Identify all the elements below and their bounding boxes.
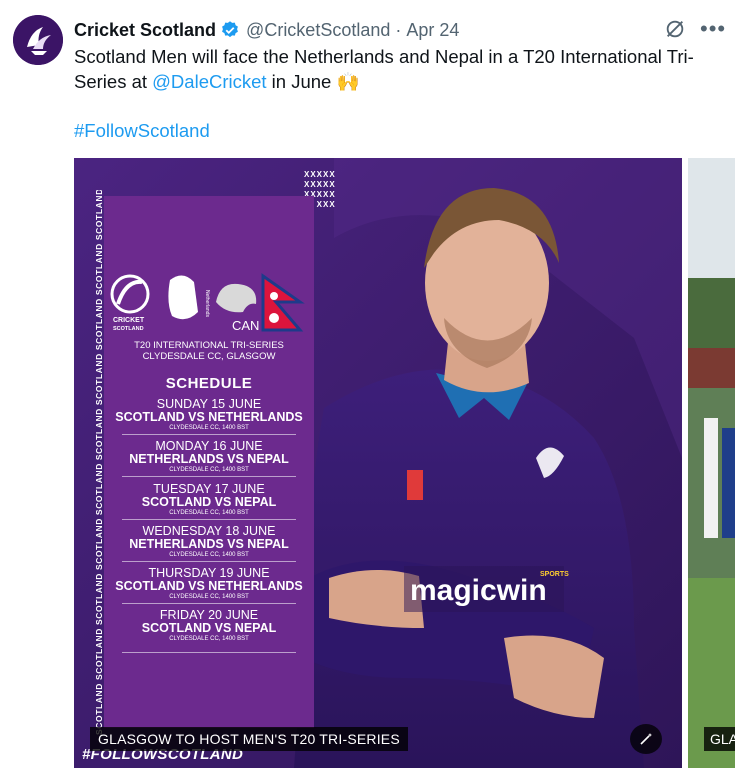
fixture-match: SCOTLAND VS NETHERLANDS bbox=[115, 579, 303, 593]
media-image-2[interactable] bbox=[688, 158, 735, 768]
series-line-2: CLYDESDALE CC, GLASGOW bbox=[142, 351, 276, 362]
sponsor-small-text: SPORTS bbox=[540, 571, 569, 578]
logo-netherlands: Netherlands bbox=[204, 290, 210, 317]
tweet-text-part2: in June 🙌 bbox=[266, 71, 360, 92]
logo-cricket: CRICKET bbox=[113, 317, 145, 324]
alt-edit-icon[interactable] bbox=[630, 724, 662, 754]
fixture-match: SCOTLAND VS NETHERLANDS bbox=[115, 410, 303, 424]
fixture-divider bbox=[122, 434, 296, 435]
fixture-day: MONDAY 16 JUNE bbox=[155, 439, 263, 453]
fixture-match: NETHERLANDS VS NEPAL bbox=[129, 452, 289, 466]
tweet-text: Scotland Men will face the Netherlands a… bbox=[74, 44, 714, 94]
fixture-divider bbox=[122, 603, 296, 604]
team-logos: CRICKET SCOTLAND Netherlands CAN bbox=[110, 273, 305, 332]
fixture-venue: CLYDESDALE CC, 1400 BST bbox=[169, 467, 249, 473]
fixture-venue: CLYDESDALE CC, 1400 BST bbox=[169, 425, 249, 431]
image-caption: GLASGOW TO HOST MEN'S T20 TRI-SERIES bbox=[90, 727, 408, 751]
fixture-day: TUESDAY 17 JUNE bbox=[153, 482, 265, 496]
tweet-header: Cricket Scotland @CricketScotland · Apr … bbox=[74, 18, 735, 42]
more-icon[interactable]: ••• bbox=[700, 16, 726, 42]
schedule-title: SCHEDULE bbox=[165, 375, 253, 392]
image-caption-2: GLA bbox=[704, 727, 735, 751]
fixture-day: SUNDAY 15 JUNE bbox=[156, 397, 262, 411]
fixture-divider bbox=[122, 476, 296, 477]
side-strip: SCOTLAND SCOTLAND SCOTLAND SCOTLAND SCOT… bbox=[85, 190, 103, 735]
fixture-venue: CLYDESDALE CC, 1400 BST bbox=[169, 552, 249, 558]
logo-can: CAN bbox=[232, 318, 259, 332]
thistle-logo-icon bbox=[13, 15, 63, 65]
author-name[interactable]: Cricket Scotland bbox=[74, 20, 216, 41]
separator: · bbox=[395, 19, 402, 40]
fixture-divider bbox=[122, 652, 296, 653]
fixture-divider bbox=[122, 519, 296, 520]
fixture-match: NETHERLANDS VS NEPAL bbox=[129, 537, 289, 551]
fixture-divider bbox=[122, 561, 296, 562]
mention-link[interactable]: @DaleCricket bbox=[152, 71, 266, 92]
fixture-venue: CLYDESDALE CC, 1400 BST bbox=[169, 594, 249, 600]
verified-badge-icon bbox=[222, 21, 238, 38]
author-handle[interactable]: @CricketScotland bbox=[246, 20, 390, 41]
fixture-day: THURSDAY 19 JUNE bbox=[148, 566, 270, 580]
series-line-1: T20 INTERNATIONAL TRI-SERIES bbox=[134, 340, 284, 351]
fixture-day: FRIDAY 20 JUNE bbox=[159, 608, 259, 622]
tweet-date[interactable]: Apr 24 bbox=[406, 20, 459, 41]
magic-wand-icon bbox=[640, 733, 652, 745]
fixture-match: SCOTLAND VS NEPAL bbox=[141, 621, 277, 635]
fixture-match: SCOTLAND VS NEPAL bbox=[141, 495, 277, 509]
fixture-day: WEDNESDAY 18 JUNE bbox=[142, 524, 276, 538]
fixture-venue: CLYDESDALE CC, 1400 BST bbox=[169, 636, 249, 642]
fixture-venue: CLYDESDALE CC, 1400 BST bbox=[169, 510, 249, 516]
ground-photo bbox=[688, 158, 735, 768]
grok-icon[interactable] bbox=[664, 18, 686, 40]
side-strip-text: SCOTLAND SCOTLAND SCOTLAND SCOTLAND SCOT… bbox=[94, 190, 103, 735]
logo-scotland: SCOTLAND bbox=[113, 326, 144, 332]
sponsor-text: magicwin bbox=[410, 574, 547, 607]
avatar[interactable] bbox=[13, 15, 63, 65]
hashtag-link[interactable]: #FollowScotland bbox=[74, 120, 210, 142]
